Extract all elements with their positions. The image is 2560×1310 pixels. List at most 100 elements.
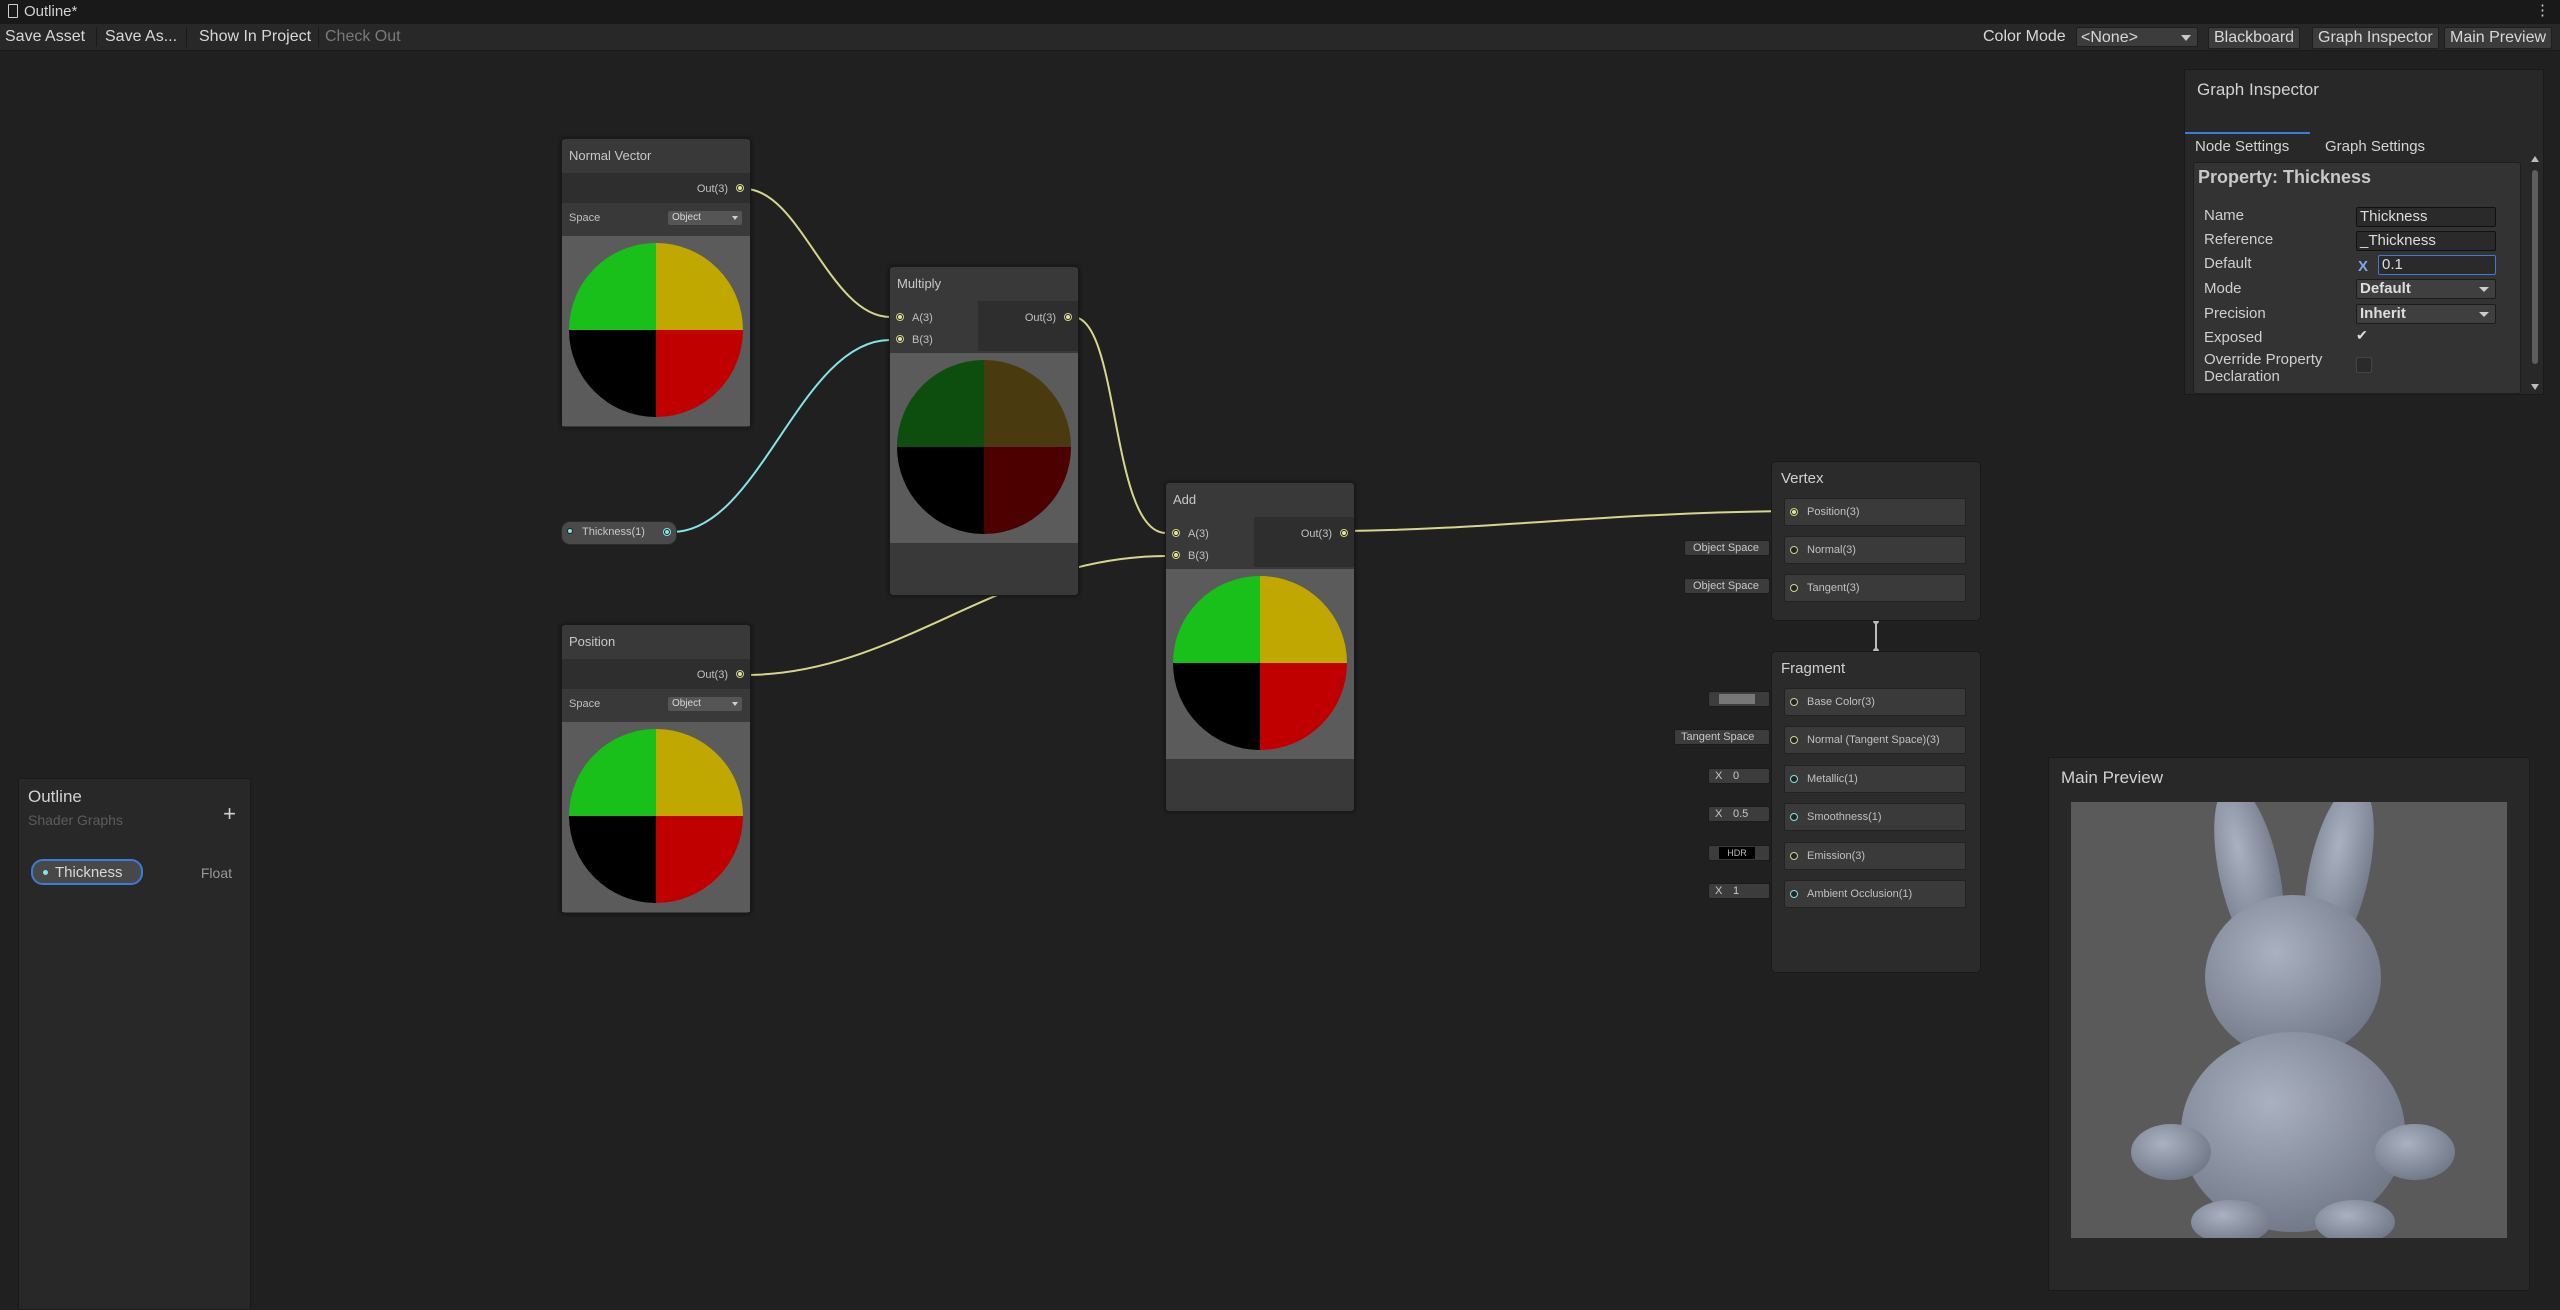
smoothness-input[interactable]: X 0.5 <box>1708 806 1770 822</box>
fragment-ao-block[interactable]: Ambient Occlusion(1) <box>1784 880 1966 908</box>
mode-label: Mode <box>2204 280 2242 297</box>
precision-label: Precision <box>2204 305 2266 322</box>
metallic-value[interactable]: 0 <box>1733 769 1739 783</box>
out-port[interactable] <box>736 670 744 678</box>
smoothness-value[interactable]: 0.5 <box>1733 807 1748 821</box>
space-dropdown[interactable]: Object <box>668 211 742 225</box>
fragment-smoothness-block[interactable]: Smoothness(1) <box>1784 803 1966 831</box>
add-property-button[interactable]: + <box>223 801 236 827</box>
override-declaration-checkbox[interactable] <box>2356 357 2372 373</box>
fragment-stack[interactable]: Fragment Base Color(3) Normal (Tangent S… <box>1771 651 1981 973</box>
vertex-tangent-block[interactable]: Tangent(3) <box>1784 574 1966 602</box>
base-color-swatch[interactable] <box>1719 694 1755 704</box>
space-dropdown[interactable]: Object <box>668 697 742 711</box>
in-b-label: B(3) <box>1188 550 1209 562</box>
thickness-property-pill[interactable]: Thickness <box>31 859 143 885</box>
add-node[interactable]: Add A(3) B(3) Out(3) <box>1165 482 1355 812</box>
block-label: Smoothness(1) <box>1807 811 1882 823</box>
tab-node-settings[interactable]: Node Settings <box>2195 138 2289 155</box>
vertex-stack[interactable]: Vertex Position(3) Normal(3) Tangent(3) <box>1771 461 1981 621</box>
vertex-normal-block[interactable]: Normal(3) <box>1784 536 1966 564</box>
node-preview <box>562 236 750 426</box>
preview-viewport[interactable] <box>2071 802 2507 1238</box>
thickness-out-port[interactable] <box>663 528 671 536</box>
exposed-checkbox[interactable]: ✔ <box>2356 327 2368 344</box>
name-field[interactable]: Thickness <box>2356 207 2496 227</box>
default-value-field[interactable]: 0.1 <box>2378 255 2496 275</box>
in-port-b[interactable] <box>1172 551 1180 559</box>
wire-multiply-to-add <box>1072 316 1167 534</box>
emission-port[interactable] <box>1790 852 1798 860</box>
out-port-label: Out(3) <box>1024 312 1056 324</box>
position-node[interactable]: Position Out(3) Space Object <box>561 624 751 914</box>
in-port-a[interactable] <box>1172 529 1180 537</box>
block-label: Emission(3) <box>1807 850 1866 862</box>
smoothness-port[interactable] <box>1790 813 1798 821</box>
property-name: Thickness <box>55 864 123 881</box>
show-in-project-button[interactable]: Show In Project <box>194 27 316 47</box>
multiply-node[interactable]: Multiply A(3) B(3) Out(3) <box>889 266 1079 596</box>
space-label: Space <box>569 698 601 710</box>
toolbar: Save Asset Save As... Show In Project Ch… <box>0 24 2560 51</box>
base-color-input[interactable] <box>1708 691 1770 707</box>
block-label: Metallic(1) <box>1807 773 1858 785</box>
vertex-position-block[interactable]: Position(3) <box>1784 498 1966 526</box>
graph-canvas[interactable]: Normal Vector Out(3) Space Object Thickn… <box>0 51 2560 1310</box>
blackboard-toggle[interactable]: Blackboard <box>2208 27 2301 49</box>
main-preview-toggle[interactable]: Main Preview <box>2444 27 2553 49</box>
block-label: Normal(3) <box>1807 544 1856 556</box>
metallic-input[interactable]: X0 <box>1708 768 1770 784</box>
in-port-a[interactable] <box>896 313 904 321</box>
normal-port[interactable] <box>1790 736 1798 744</box>
axis-label: X <box>1715 885 1723 897</box>
emission-input[interactable]: HDR <box>1708 845 1770 861</box>
base-color-port[interactable] <box>1790 698 1798 706</box>
fragment-base-color-block[interactable]: Base Color(3) <box>1784 688 1966 716</box>
out-port[interactable] <box>736 184 744 192</box>
normal-port[interactable] <box>1790 546 1798 554</box>
tab-graph-settings[interactable]: Graph Settings <box>2325 138 2425 155</box>
precision-dropdown[interactable]: Inherit <box>2356 304 2496 324</box>
axis-label: X <box>1715 770 1723 782</box>
inspector-scrollbar[interactable] <box>2531 156 2539 392</box>
check-out-button[interactable]: Check Out <box>320 27 406 47</box>
in-port-b[interactable] <box>896 335 904 343</box>
ao-input[interactable]: X1 <box>1708 883 1770 899</box>
more-options-icon[interactable]: ⋮ <box>2535 1 2550 19</box>
ao-value[interactable]: 1 <box>1733 884 1739 898</box>
fragment-normal-input[interactable]: Tangent Space <box>1674 729 1770 745</box>
vertex-normal-input[interactable]: Object Space <box>1684 540 1770 556</box>
normal-vector-node[interactable]: Normal Vector Out(3) Space Object <box>561 138 751 428</box>
ao-port[interactable] <box>1790 890 1798 898</box>
save-as-button[interactable]: Save As... <box>100 27 182 47</box>
position-port[interactable] <box>1790 508 1798 516</box>
mode-dropdown[interactable]: Default <box>2356 279 2496 299</box>
main-preview-panel: Main Preview <box>2048 757 2530 1291</box>
exposed-label: Exposed <box>2204 329 2263 346</box>
property-type: Float <box>200 865 232 881</box>
block-label: Ambient Occlusion(1) <box>1807 888 1913 900</box>
fragment-normal-block[interactable]: Normal (Tangent Space)(3) <box>1784 726 1966 754</box>
vertex-tangent-input[interactable]: Object Space <box>1684 578 1770 594</box>
hdr-swatch[interactable]: HDR <box>1719 847 1755 859</box>
graph-inspector-toggle[interactable]: Graph Inspector <box>2312 27 2439 49</box>
space-value: Object <box>672 698 701 709</box>
shader-graph-file-icon <box>8 4 18 18</box>
chevron-down-icon <box>2479 287 2489 292</box>
node-preview <box>1166 569 1354 759</box>
fragment-metallic-block[interactable]: Metallic(1) <box>1784 765 1966 793</box>
default-axis-label[interactable]: X <box>2358 258 2368 275</box>
block-label: Normal (Tangent Space)(3) <box>1807 734 1940 746</box>
reference-field[interactable]: _Thickness <box>2356 231 2496 251</box>
out-port[interactable] <box>1064 313 1072 321</box>
thickness-property-node[interactable]: Thickness(1) <box>561 521 677 545</box>
node-title: Normal Vector <box>562 139 750 173</box>
out-port-label: Out(3) <box>696 669 728 681</box>
metallic-port[interactable] <box>1790 775 1798 783</box>
graph-inspector-panel: Graph Inspector Node Settings Graph Sett… <box>2184 69 2544 395</box>
color-mode-dropdown[interactable]: <None> <box>2076 27 2198 47</box>
save-asset-button[interactable]: Save Asset <box>0 27 90 47</box>
tangent-port[interactable] <box>1790 584 1798 592</box>
out-port[interactable] <box>1340 529 1348 537</box>
fragment-emission-block[interactable]: Emission(3) <box>1784 842 1966 870</box>
